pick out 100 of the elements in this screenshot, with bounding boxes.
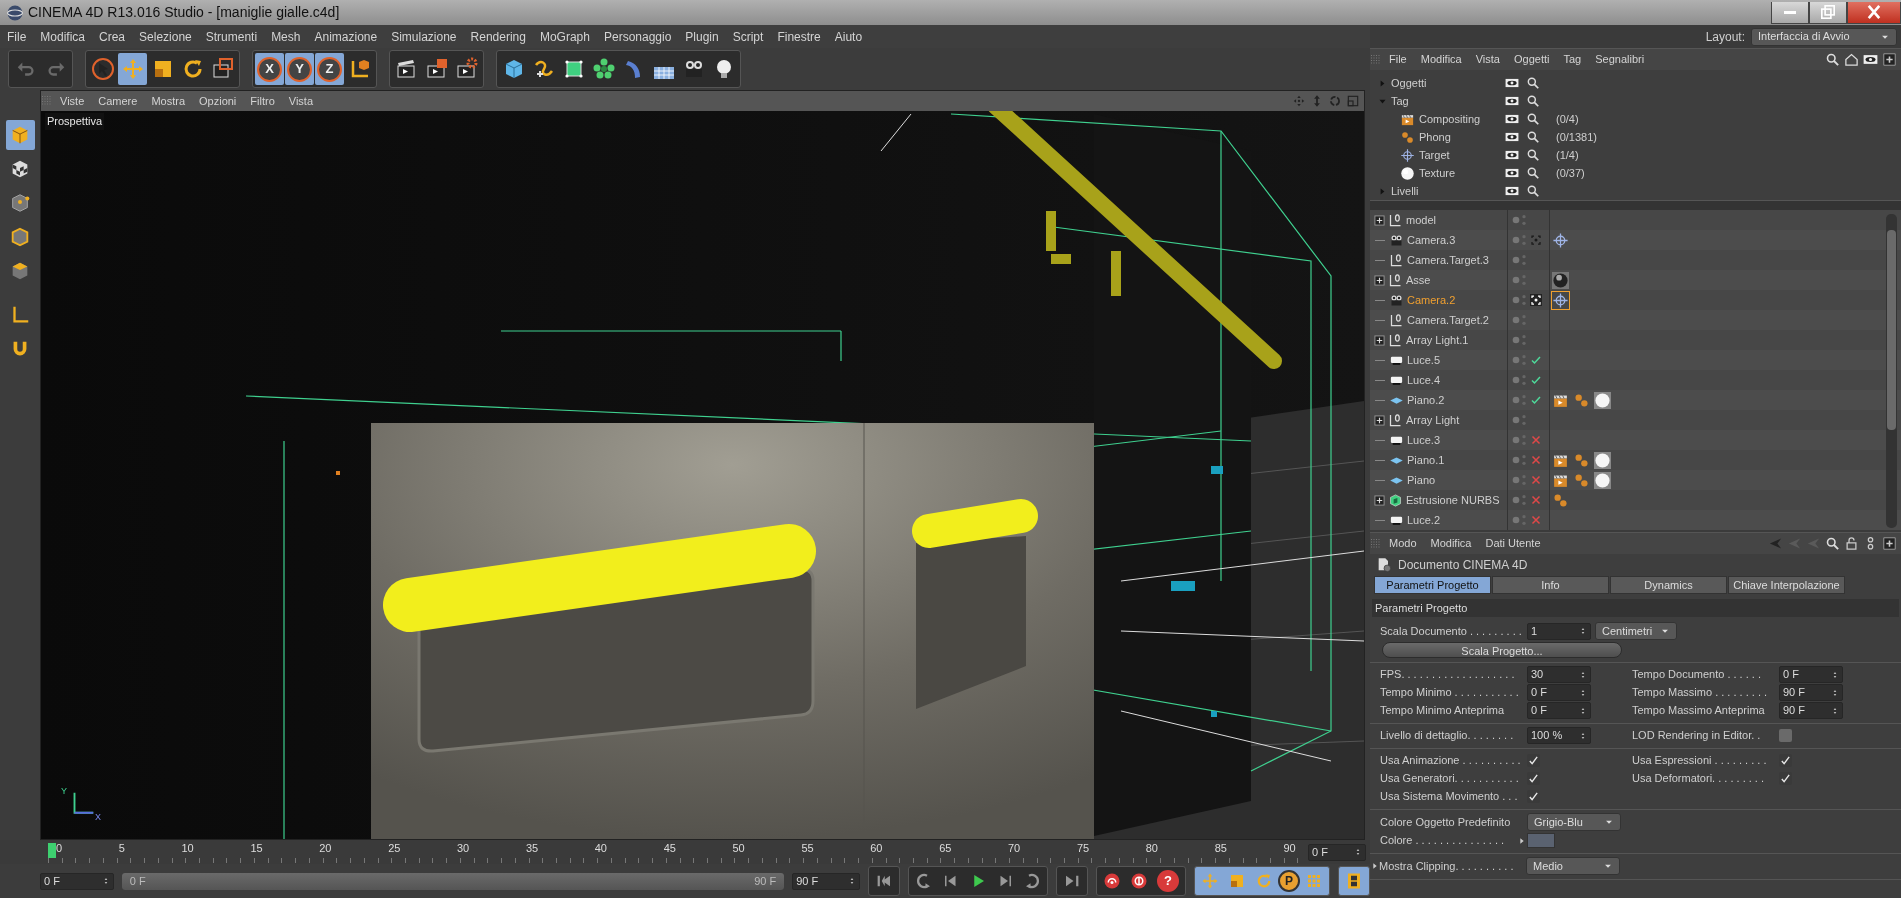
phong-dots-icon[interactable] — [1573, 451, 1590, 469]
expand-toggle-icon[interactable] — [1374, 274, 1385, 286]
tab[interactable]: Info — [1492, 576, 1609, 594]
maximize-button[interactable] — [1809, 1, 1847, 24]
menu-item[interactable]: Finestre — [770, 27, 828, 46]
render-frame-icon[interactable] — [210, 57, 235, 81]
eye-icon[interactable] — [1863, 52, 1878, 67]
menu-item[interactable]: Tag — [1556, 51, 1589, 68]
tab[interactable]: Parametri Progetto — [1374, 576, 1491, 594]
action-button[interactable]: Scala Progetto... — [1382, 641, 1622, 658]
menu-item[interactable]: Modifica — [1413, 51, 1469, 68]
menu-item[interactable]: Vista — [1468, 51, 1507, 68]
target-tag-icon[interactable] — [1552, 231, 1569, 249]
record-key-icon[interactable] — [1103, 872, 1121, 890]
visibility-dots-icon[interactable] — [1512, 432, 1528, 448]
menu-item[interactable]: MoGraph — [532, 27, 597, 46]
dropdown[interactable]: Medio — [1526, 857, 1620, 875]
expand-toggle-icon[interactable] — [1374, 494, 1385, 506]
menu-item[interactable]: Viste — [53, 92, 92, 110]
object-name[interactable]: Array Light.1 — [1406, 331, 1469, 349]
expand-toggle-icon[interactable] — [1374, 214, 1385, 226]
grip-icon[interactable] — [41, 94, 53, 108]
object-name[interactable]: Luce.2 — [1407, 511, 1441, 529]
phong-dots-icon[interactable] — [1573, 391, 1590, 409]
mode-button[interactable] — [5, 120, 35, 150]
unit-dropdown[interactable]: Centimetri — [1595, 622, 1677, 640]
menu-item[interactable]: Script — [725, 27, 771, 46]
visibility-dots-icon[interactable] — [1512, 272, 1528, 288]
expand-toggle-icon[interactable] — [1374, 334, 1385, 346]
dot-grid-icon[interactable] — [1305, 872, 1323, 890]
visibility-dots-icon[interactable] — [1512, 252, 1528, 268]
checkbox[interactable] — [1527, 772, 1540, 785]
menu-item[interactable]: Personaggio — [596, 27, 679, 46]
search-icon[interactable] — [1825, 536, 1840, 551]
visibility-dots-icon[interactable] — [1512, 492, 1528, 508]
search-icon[interactable] — [1825, 52, 1840, 67]
visibility-dots-icon[interactable] — [1512, 452, 1528, 468]
object-name[interactable]: Camera.2 — [1407, 291, 1456, 309]
auto-key-icon[interactable] — [1130, 872, 1148, 890]
texture-ball-icon[interactable] — [1594, 471, 1611, 489]
frame-field[interactable]: 0 F — [1308, 843, 1366, 861]
checkbox[interactable] — [1527, 754, 1540, 767]
check-icon[interactable] — [1530, 394, 1542, 406]
tab[interactable]: Chiave Interpolazione — [1728, 576, 1845, 594]
home-icon[interactable] — [1844, 52, 1859, 67]
eye-icon[interactable] — [1504, 112, 1520, 126]
checkbox[interactable] — [1779, 729, 1792, 742]
number-field[interactable]: 30 — [1527, 666, 1591, 683]
visibility-dots-icon[interactable] — [1512, 372, 1528, 388]
check-icon[interactable] — [1530, 354, 1542, 366]
visibility-dots-icon[interactable] — [1512, 352, 1528, 368]
grip-icon[interactable] — [1370, 52, 1382, 67]
object-name[interactable]: Array Light — [1406, 411, 1460, 429]
number-field[interactable]: 0 F — [1779, 666, 1843, 683]
frame-range-slider[interactable]: 0 F 90 F — [121, 872, 785, 890]
close-button[interactable] — [1847, 1, 1901, 24]
visibility-dots-icon[interactable] — [1512, 232, 1528, 248]
clapper-gear-icon[interactable] — [454, 57, 479, 81]
menu-item[interactable]: Oggetti — [1506, 51, 1557, 68]
loop-arrow-icon[interactable] — [915, 872, 933, 890]
dropdown[interactable]: Grigio-Blu — [1527, 813, 1621, 831]
visibility-dots-icon[interactable] — [1512, 312, 1528, 328]
object-name[interactable]: Luce.3 — [1407, 431, 1441, 449]
start-frame-field[interactable]: 0 F — [40, 872, 114, 890]
object-name[interactable]: Camera.Target.3 — [1407, 251, 1489, 269]
menu-item[interactable]: Camere — [91, 92, 145, 110]
menu-item[interactable]: Opzioni — [192, 92, 244, 110]
layout-dropdown[interactable]: Interfaccia di Avvio — [1751, 27, 1897, 46]
clapper-icon[interactable] — [424, 57, 449, 81]
menu-item[interactable]: Rendering — [463, 27, 533, 46]
menu-item[interactable]: File — [0, 27, 34, 46]
new-panel-icon[interactable] — [1882, 52, 1897, 67]
phong-dots-icon[interactable] — [1552, 491, 1569, 509]
check-icon[interactable] — [1530, 374, 1542, 386]
visibility-dots-icon[interactable] — [1512, 292, 1528, 308]
menu-item[interactable]: Mostra — [144, 92, 192, 110]
object-name[interactable]: Luce.4 — [1407, 371, 1441, 389]
menu-item[interactable]: Vista — [281, 92, 321, 110]
object-name[interactable]: Camera.Target.2 — [1407, 311, 1489, 329]
number-field[interactable]: 1 — [1527, 622, 1591, 640]
object-name[interactable]: Luce.5 — [1407, 351, 1441, 369]
object-name[interactable]: model — [1406, 211, 1436, 229]
menu-item[interactable]: Dati Utente — [1478, 535, 1548, 552]
object-name[interactable]: Asse — [1406, 271, 1431, 289]
visibility-dots-icon[interactable] — [1512, 332, 1528, 348]
menu-item[interactable]: Strumenti — [198, 27, 265, 46]
search-icon[interactable] — [1526, 166, 1540, 180]
checkbox[interactable] — [1779, 772, 1792, 785]
visibility-dots-icon[interactable] — [1512, 392, 1528, 408]
search-icon[interactable] — [1526, 94, 1540, 108]
menu-item[interactable]: Animazione — [307, 27, 385, 46]
menu-item[interactable]: Selezione — [132, 27, 199, 46]
lock-icon[interactable] — [1844, 536, 1859, 551]
axis-lock-button[interactable]: Z — [315, 53, 344, 85]
menu-item[interactable]: Modo — [1382, 535, 1424, 552]
eye-icon[interactable] — [1504, 148, 1520, 162]
material-sphere-icon[interactable] — [1552, 271, 1569, 289]
expand-arrow-icon[interactable] — [1371, 862, 1379, 870]
eye-icon[interactable] — [1504, 184, 1520, 198]
texture-ball-icon[interactable] — [1594, 451, 1611, 469]
